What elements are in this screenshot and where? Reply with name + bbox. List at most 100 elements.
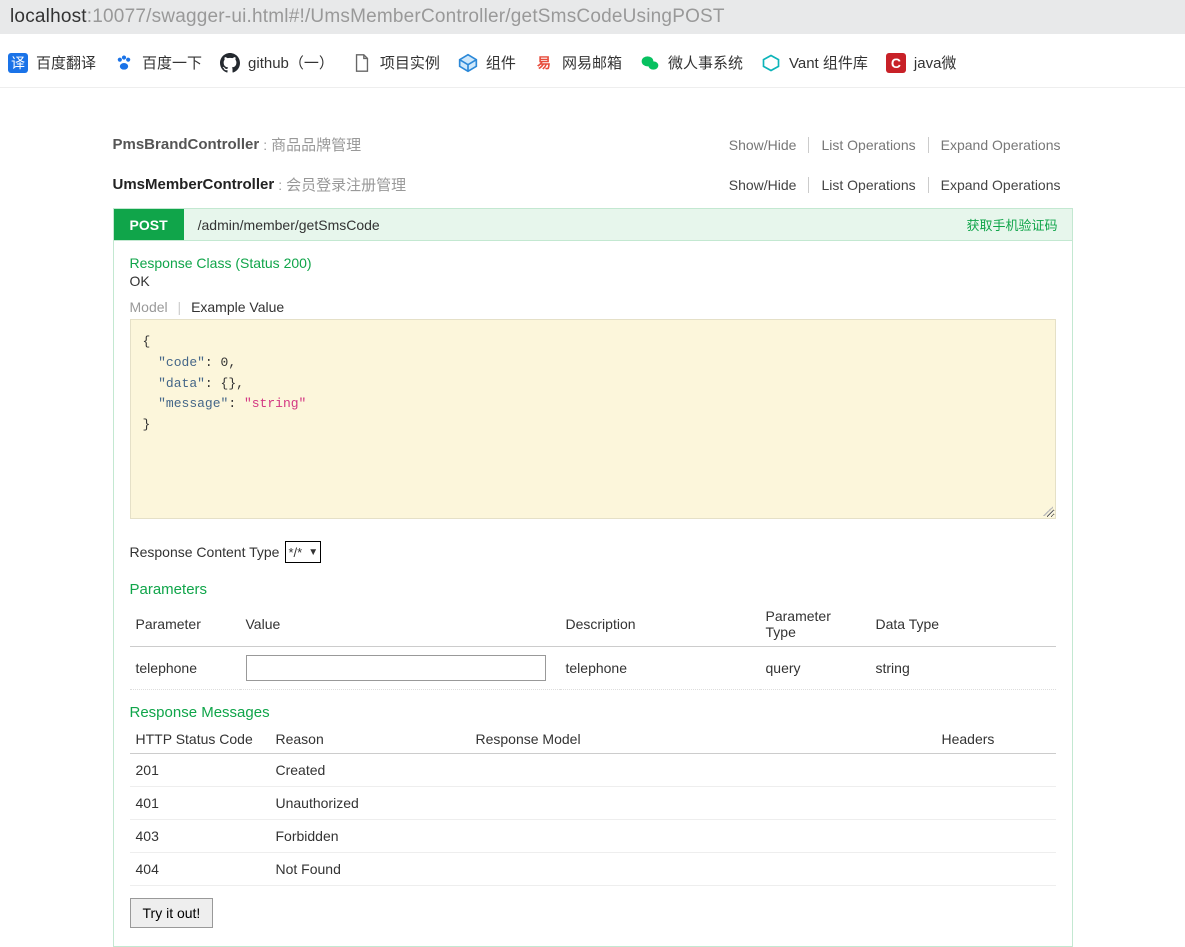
bookmark-github[interactable]: github（一） bbox=[220, 52, 334, 73]
bookmarks-bar: 译 百度翻译 百度一下 github（一） 项目实例 组件 易 网易邮箱 微人事… bbox=[0, 34, 1185, 88]
bookmark-wechat-hr[interactable]: 微人事系统 bbox=[640, 52, 743, 73]
bookmark-label: 百度一下 bbox=[142, 52, 202, 73]
response-model bbox=[470, 853, 936, 886]
col-description: Description bbox=[560, 602, 760, 647]
bookmark-label: 百度翻译 bbox=[36, 52, 96, 73]
model-tabs: Model | Example Value bbox=[130, 299, 1056, 315]
paw-icon bbox=[114, 53, 134, 73]
col-headers: Headers bbox=[936, 725, 1056, 754]
show-hide-link[interactable]: Show/Hide bbox=[717, 177, 809, 193]
response-model bbox=[470, 754, 936, 787]
controller-name: PmsBrandController bbox=[113, 136, 260, 153]
bookmark-project-example[interactable]: 项目实例 bbox=[352, 52, 440, 73]
param-value-input[interactable] bbox=[246, 655, 546, 681]
param-datatype: string bbox=[870, 647, 1056, 690]
response-message-row: 401Unauthorized bbox=[130, 787, 1056, 820]
controller-row[interactable]: PmsBrandController : 商品品牌管理 Show/Hide Li… bbox=[113, 128, 1073, 162]
status-code: 401 bbox=[130, 787, 270, 820]
headers-cell bbox=[936, 754, 1056, 787]
controller-desc: 商品品牌管理 bbox=[271, 134, 361, 155]
example-value-box[interactable]: { "code": 0, "data": {}, "message": "str… bbox=[130, 319, 1056, 519]
operation-header[interactable]: POST /admin/member/getSmsCode 获取手机验证码 bbox=[113, 208, 1073, 241]
operation-summary: 获取手机验证码 bbox=[952, 209, 1071, 240]
controller-name: UmsMemberController bbox=[113, 176, 275, 193]
url-path: :10077/swagger-ui.html#!/UmsMemberContro… bbox=[87, 6, 725, 27]
operation-block: POST /admin/member/getSmsCode 获取手机验证码 Re… bbox=[113, 208, 1073, 947]
bookmark-java[interactable]: C java微 bbox=[886, 52, 957, 73]
list-ops-link[interactable]: List Operations bbox=[808, 177, 927, 193]
github-icon bbox=[220, 53, 240, 73]
response-message-row: 403Forbidden bbox=[130, 820, 1056, 853]
bookmark-label: github（一） bbox=[248, 52, 334, 73]
bookmark-components[interactable]: 组件 bbox=[458, 52, 516, 73]
bookmark-label: 网易邮箱 bbox=[562, 52, 622, 73]
response-message-row: 404Not Found bbox=[130, 853, 1056, 886]
response-message-row: 201Created bbox=[130, 754, 1056, 787]
controller-ops: Show/Hide List Operations Expand Operati… bbox=[717, 177, 1073, 193]
status-code: 403 bbox=[130, 820, 270, 853]
col-parameter-type: Parameter Type bbox=[760, 602, 870, 647]
col-http-status: HTTP Status Code bbox=[130, 725, 270, 754]
response-ok: OK bbox=[130, 273, 1056, 289]
headers-cell bbox=[936, 787, 1056, 820]
bookmark-baidu[interactable]: 百度一下 bbox=[114, 52, 202, 73]
bookmark-label: 微人事系统 bbox=[668, 52, 743, 73]
response-class-label: Response Class (Status 200) bbox=[130, 255, 1056, 271]
separator: : bbox=[274, 177, 286, 193]
bookmark-label: 项目实例 bbox=[380, 52, 440, 73]
response-model bbox=[470, 787, 936, 820]
reason: Unauthorized bbox=[270, 787, 470, 820]
reason: Forbidden bbox=[270, 820, 470, 853]
headers-cell bbox=[936, 853, 1056, 886]
list-ops-link[interactable]: List Operations bbox=[808, 137, 927, 153]
model-tab[interactable]: Model bbox=[130, 299, 168, 315]
chevron-down-icon: ▼ bbox=[308, 547, 318, 558]
bookmark-netease-mail[interactable]: 易 网易邮箱 bbox=[534, 52, 622, 73]
expand-ops-link[interactable]: Expand Operations bbox=[928, 137, 1073, 153]
http-method-badge: POST bbox=[114, 209, 184, 240]
file-icon bbox=[352, 53, 372, 73]
translate-icon: 译 bbox=[8, 53, 28, 73]
example-json: { "code": 0, "data": {}, "message": "str… bbox=[143, 332, 1043, 436]
response-content-type-select[interactable]: */* ▼ bbox=[285, 541, 321, 563]
bookmark-baidu-fanyi[interactable]: 译 百度翻译 bbox=[8, 52, 96, 73]
col-response-model: Response Model bbox=[470, 725, 936, 754]
parameters-heading: Parameters bbox=[130, 581, 1056, 598]
controller-desc: 会员登录注册管理 bbox=[286, 174, 406, 195]
response-messages-heading: Response Messages bbox=[130, 704, 1056, 721]
col-reason: Reason bbox=[270, 725, 470, 754]
parameter-row: telephone telephone query string bbox=[130, 647, 1056, 690]
response-content-type-row: Response Content Type */* ▼ bbox=[130, 541, 1056, 563]
col-parameter: Parameter bbox=[130, 602, 240, 647]
status-code: 201 bbox=[130, 754, 270, 787]
operation-body: Response Class (Status 200) OK Model | E… bbox=[113, 241, 1073, 947]
url-host: localhost bbox=[10, 6, 87, 27]
controller-ops: Show/Hide List Operations Expand Operati… bbox=[717, 137, 1073, 153]
param-name: telephone bbox=[130, 647, 240, 690]
operation-path: /admin/member/getSmsCode bbox=[184, 209, 394, 240]
example-value-tab[interactable]: Example Value bbox=[191, 299, 284, 315]
url-bar[interactable]: localhost:10077/swagger-ui.html#!/UmsMem… bbox=[0, 0, 1185, 34]
bookmark-label: java微 bbox=[914, 52, 957, 73]
letter-c-icon: C bbox=[886, 53, 906, 73]
bookmark-vant[interactable]: Vant 组件库 bbox=[761, 52, 868, 73]
bookmark-label: 组件 bbox=[486, 52, 516, 73]
response-model bbox=[470, 820, 936, 853]
swagger-container: PmsBrandController : 商品品牌管理 Show/Hide Li… bbox=[113, 128, 1073, 947]
vant-icon bbox=[761, 53, 781, 73]
expand-ops-link[interactable]: Expand Operations bbox=[928, 177, 1073, 193]
separator: : bbox=[259, 137, 271, 153]
col-data-type: Data Type bbox=[870, 602, 1056, 647]
param-description: telephone bbox=[560, 647, 760, 690]
bookmark-label: Vant 组件库 bbox=[789, 52, 868, 73]
response-content-type-label: Response Content Type bbox=[130, 544, 280, 560]
controller-row-active[interactable]: UmsMemberController : 会员登录注册管理 Show/Hide… bbox=[113, 168, 1073, 202]
try-it-out-button[interactable]: Try it out! bbox=[130, 898, 214, 928]
headers-cell bbox=[936, 820, 1056, 853]
reason: Created bbox=[270, 754, 470, 787]
wechat-icon bbox=[640, 53, 660, 73]
show-hide-link[interactable]: Show/Hide bbox=[717, 137, 809, 153]
resize-handle-icon[interactable] bbox=[1043, 506, 1053, 516]
cube-icon bbox=[458, 53, 478, 73]
response-messages-table: HTTP Status Code Reason Response Model H… bbox=[130, 725, 1056, 886]
